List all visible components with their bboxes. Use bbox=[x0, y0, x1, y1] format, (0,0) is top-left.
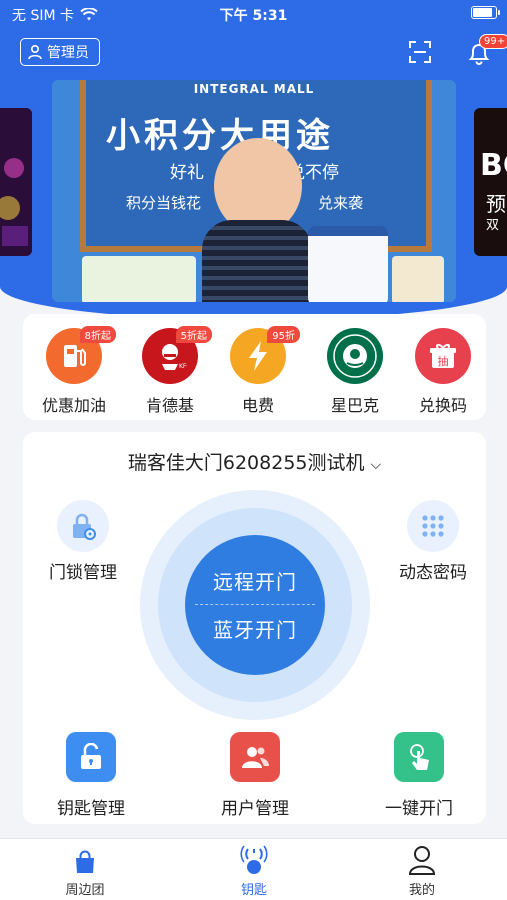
fuel-pump-icon: 8折起 bbox=[46, 326, 116, 384]
user-icon bbox=[28, 44, 42, 60]
scan-icon[interactable] bbox=[408, 40, 432, 64]
tab-nearby-group[interactable]: 周边团 bbox=[45, 845, 125, 898]
side-banner-sub: 预 bbox=[486, 192, 506, 216]
key-signal-icon bbox=[240, 845, 268, 874]
promo-banner[interactable]: INTEGRAL MALL 小积分大用途 好礼 兑不停 积分当钱花 兑来袭 bbox=[52, 80, 456, 302]
person-icon bbox=[408, 846, 436, 875]
top-bar: 管理员 99+ bbox=[0, 28, 507, 76]
shopping-bag-icon bbox=[76, 850, 94, 873]
door-ring-inner bbox=[185, 535, 325, 675]
service-redeem-code[interactable]: 抽 兑换码 bbox=[408, 328, 478, 416]
dynamic-password-button[interactable]: 动态密码 bbox=[373, 500, 493, 583]
starbucks-logo-icon bbox=[327, 328, 383, 384]
gift-icon-text: 抽 bbox=[438, 354, 449, 368]
user-manage-button[interactable]: 用户管理 bbox=[195, 732, 315, 819]
quick-services: 8折起 优惠加油 KFC 5折起 肯德基 95折 电费 bbox=[23, 314, 486, 420]
bottom-tab-bar: 周边团 钥匙 我的 bbox=[0, 838, 507, 900]
banner-text-points: 积分当钱花 bbox=[126, 194, 202, 212]
tab-label: 我的 bbox=[408, 883, 435, 898]
remote-open-button[interactable]: 远程开门 bbox=[185, 566, 325, 595]
product-box bbox=[82, 256, 196, 302]
lock-manage-button[interactable]: 门锁管理 bbox=[23, 500, 143, 583]
svg-text:KFC: KFC bbox=[179, 363, 187, 370]
banner-text-gift: 好礼 bbox=[170, 163, 204, 183]
tab-me[interactable]: 我的 bbox=[382, 845, 462, 898]
service-label: 电费 bbox=[241, 396, 274, 415]
baby-shirt bbox=[202, 220, 312, 302]
service-label: 兑换码 bbox=[418, 396, 467, 415]
users-icon bbox=[230, 732, 280, 782]
admin-button[interactable]: 管理员 bbox=[20, 38, 100, 66]
service-fuel[interactable]: 8折起 优惠加油 bbox=[39, 326, 116, 416]
service-label: 优惠加油 bbox=[41, 396, 106, 415]
bluetooth-open-button[interactable]: 蓝牙开门 bbox=[185, 614, 325, 643]
one-key-open-label: 一键开门 bbox=[385, 799, 453, 819]
product-box-2 bbox=[392, 256, 444, 302]
gift-icon: 抽 bbox=[415, 328, 471, 384]
key-manage-label: 钥匙管理 bbox=[57, 799, 125, 819]
status-time: 下午 5:31 bbox=[219, 8, 288, 24]
banner-brand: INTEGRAL MALL bbox=[193, 82, 315, 96]
service-tag: 5折起 bbox=[175, 326, 212, 343]
service-tag: 8折起 bbox=[79, 326, 116, 343]
tab-label: 周边团 bbox=[65, 883, 105, 898]
banner-prev-slide[interactable] bbox=[0, 108, 32, 256]
dynamic-password-label: 动态密码 bbox=[399, 563, 467, 583]
user-manage-label: 用户管理 bbox=[221, 799, 289, 819]
keypad-icon bbox=[407, 500, 459, 552]
concert-image bbox=[0, 108, 32, 256]
lightning-icon: 95折 bbox=[230, 326, 300, 384]
service-label: 肯德基 bbox=[145, 396, 194, 415]
service-electricity[interactable]: 95折 电费 bbox=[223, 326, 300, 416]
notification-badge: 99+ bbox=[479, 34, 507, 49]
service-kfc[interactable]: KFC 5折起 肯德基 bbox=[135, 326, 212, 416]
service-label: 星巴克 bbox=[330, 396, 379, 415]
key-manage-button[interactable]: 钥匙管理 bbox=[31, 732, 151, 819]
lock-manage-label: 门锁管理 bbox=[49, 563, 117, 583]
tap-hand-icon bbox=[394, 732, 444, 782]
banner-next-slide[interactable]: BC 预 双 bbox=[474, 108, 507, 256]
banner-title: 小积分大用途 bbox=[106, 116, 334, 156]
status-bar: 无 SIM 卡 下午 5:31 bbox=[0, 0, 507, 28]
side-banner-title: BC bbox=[480, 148, 507, 183]
device-selector[interactable]: 瑞客佳大门6208255测试机 ⌵ bbox=[23, 448, 486, 475]
service-tag: 95折 bbox=[267, 326, 300, 343]
admin-label: 管理员 bbox=[47, 45, 89, 61]
tab-label: 钥匙 bbox=[240, 883, 267, 898]
service-starbucks[interactable]: 星巴克 bbox=[320, 328, 390, 416]
unlock-icon bbox=[66, 732, 116, 782]
device-name: 瑞客佳大门6208255测试机 bbox=[127, 452, 365, 474]
battery-icon bbox=[471, 6, 500, 19]
kfc-logo-icon: KFC 5折起 bbox=[142, 326, 212, 384]
open-divider bbox=[195, 604, 315, 605]
tab-keys[interactable]: 钥匙 bbox=[214, 845, 294, 898]
one-key-open-button[interactable]: 一键开门 bbox=[359, 732, 479, 819]
milk-can-image bbox=[308, 226, 388, 302]
lock-settings-icon bbox=[57, 500, 109, 552]
banner-text-coming: 兑来袭 bbox=[318, 194, 364, 212]
side-banner-sub2: 双 bbox=[486, 218, 500, 233]
door-control-card: 瑞客佳大门6208255测试机 ⌵ 门锁管理 动态密码 远程开门 蓝牙开门 钥匙… bbox=[23, 432, 486, 824]
chevron-down-icon: ⌵ bbox=[370, 457, 382, 473]
